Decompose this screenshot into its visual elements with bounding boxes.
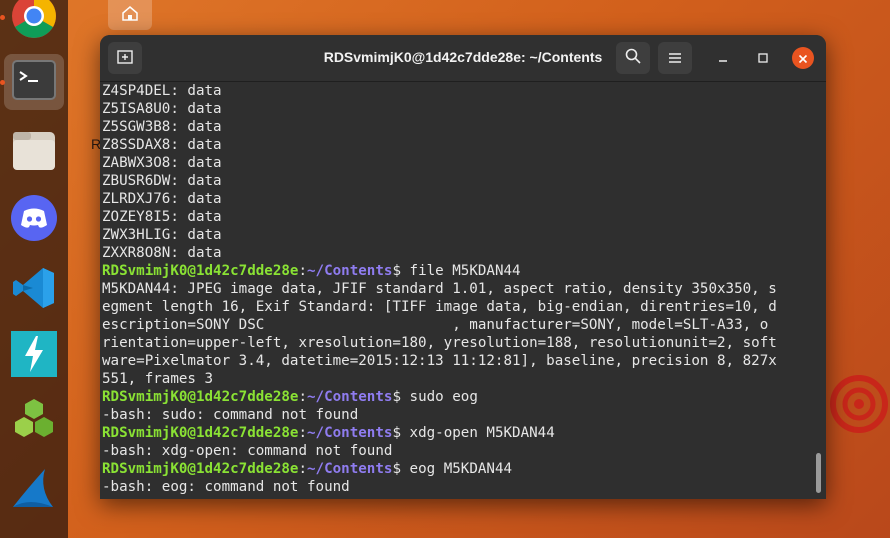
output-line: Z5SGW3B8: data: [102, 119, 222, 135]
output-line: ZXXR8O8N: data: [102, 245, 222, 261]
output-line: egment length 16, Exif Standard: [TIFF i…: [102, 299, 777, 315]
output-line: Z8SSDAX8: data: [102, 137, 222, 153]
minimize-icon: [717, 49, 729, 68]
command-text: file M5KDAN44: [409, 263, 521, 279]
output-line: rientation=upper-left, xresolution=180, …: [102, 335, 777, 351]
output-line: ZBUSR6DW: data: [102, 173, 222, 189]
output-line: ZWX3HLIG: data: [102, 227, 222, 243]
vertical-scrollbar[interactable]: [816, 453, 821, 493]
maximize-button[interactable]: [753, 48, 773, 68]
prompt-user: RDSvmimjK0@1d42c7dde28e: [102, 461, 299, 477]
prompt-line: RDSvmimjK0@1d42c7dde28e:~/Contents$ eog …: [102, 461, 513, 477]
terminal-output[interactable]: Z4SP4DEL: data Z5ISA8U0: data Z5SGW3B8: …: [102, 82, 814, 499]
prompt-path: ~/Contents: [307, 425, 393, 441]
dock-lightning-app[interactable]: [4, 328, 64, 384]
command-text: eog M5KDAN44: [409, 461, 513, 477]
output-line: -bash: sudo: command not found: [102, 407, 359, 423]
prompt-user: RDSvmimjK0@1d42c7dde28e: [102, 389, 299, 405]
vscode-icon: [11, 265, 57, 315]
hexagon-cluster-icon: [10, 396, 58, 448]
terminal-icon: [12, 60, 56, 104]
output-line: -bash: eog: command not found: [102, 479, 350, 495]
terminal-running-indicator: [0, 80, 5, 85]
dock-wireshark[interactable]: [4, 462, 64, 518]
prompt-line: RDSvmimjK0@1d42c7dde28e:~/Contents$ xdg-…: [102, 425, 555, 441]
prompt-user: RDSvmimjK0@1d42c7dde28e: [102, 425, 299, 441]
prompt-line: RDSvmimjK0@1d42c7dde28e:~/Contents$ sudo…: [102, 389, 478, 405]
folder-icon: [11, 128, 57, 176]
output-line: M5KDAN44: JPEG image data, JFIF standard…: [102, 281, 777, 297]
hamburger-menu-icon: [668, 49, 682, 68]
prompt-path: ~/Contents: [307, 263, 393, 279]
command-text: sudo eog: [409, 389, 478, 405]
output-line: 551, frames 3: [102, 371, 214, 387]
prompt-user: RDSvmimjK0@1d42c7dde28e: [102, 263, 299, 279]
output-line: Z4SP4DEL: data: [102, 83, 222, 99]
shark-fin-icon: [9, 463, 59, 517]
close-icon: [798, 49, 808, 68]
dock-files[interactable]: [4, 124, 64, 180]
output-line: escription=SONY DSC , manufacturer=SONY,…: [102, 317, 769, 333]
output-line: ZLRDXJ76: data: [102, 191, 222, 207]
maximize-icon: [757, 49, 769, 68]
terminal-window: RDSvmimjK0@1d42c7dde28e: ~/Contents Z4SP…: [100, 35, 826, 499]
chrome-icon: [10, 0, 58, 44]
prompt-line: RDSvmimjK0@1d42c7dde28e:~/Contents$ file…: [102, 263, 521, 279]
prompt-path: ~/Contents: [307, 389, 393, 405]
menu-button[interactable]: [658, 42, 692, 74]
command-text: xdg-open M5KDAN44: [409, 425, 555, 441]
output-line: ware=Pixelmator 3.4, datetime=2015:12:13…: [102, 353, 777, 369]
dock-chrome[interactable]: [4, 0, 64, 46]
home-icon: [121, 5, 139, 25]
dock-terminal[interactable]: [4, 54, 64, 110]
output-line: ZABWX3O8: data: [102, 155, 222, 171]
output-line: ZOZEY8I5: data: [102, 209, 222, 225]
dock-hex-app[interactable]: [4, 394, 64, 450]
dock-vscode[interactable]: [4, 262, 64, 318]
ubuntu-wallpaper-logo-icon: [828, 374, 890, 458]
output-line: Z5ISA8U0: data: [102, 101, 222, 117]
minimize-button[interactable]: [713, 48, 733, 68]
dock-discord[interactable]: [4, 192, 64, 248]
output-line: -bash: xdg-open: command not found: [102, 443, 393, 459]
chrome-running-indicator: [0, 15, 5, 20]
prompt-path: ~/Contents: [307, 461, 393, 477]
close-button[interactable]: [792, 47, 814, 69]
search-icon: [625, 48, 641, 68]
home-folder-shortcut[interactable]: [108, 0, 152, 30]
title-bar[interactable]: RDSvmimjK0@1d42c7dde28e: ~/Contents: [100, 35, 826, 82]
discord-icon: [10, 194, 58, 246]
dock: [0, 0, 68, 538]
search-button[interactable]: [616, 42, 650, 74]
lightning-icon: [10, 330, 58, 382]
